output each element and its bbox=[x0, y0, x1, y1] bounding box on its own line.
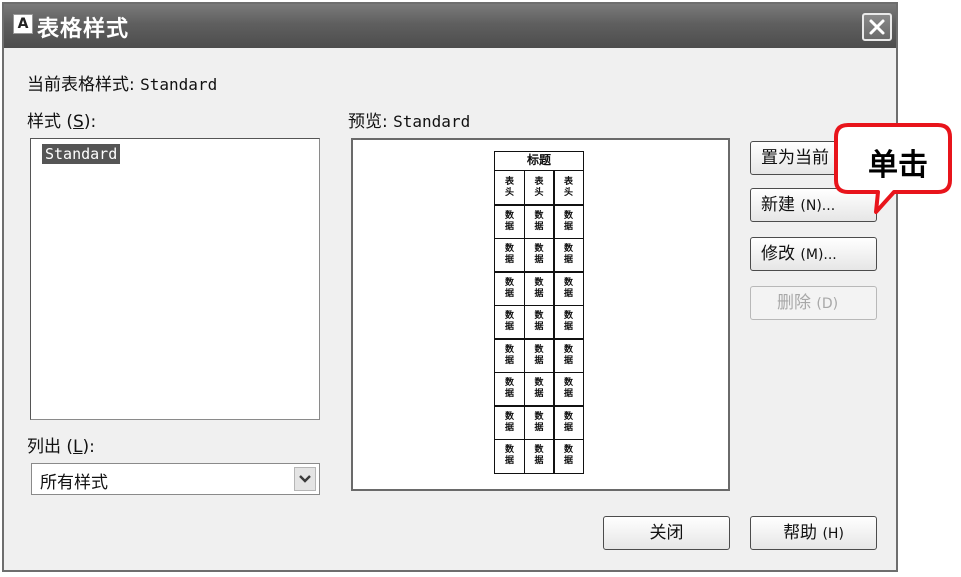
preview-data-cell: 数据 bbox=[523, 204, 555, 239]
preview-data-row: 数据数据数据 bbox=[494, 338, 584, 373]
preview-data-cell: 数据 bbox=[494, 271, 525, 306]
help-button-label: 帮助 bbox=[783, 523, 818, 543]
preview-header-cell: 表头 bbox=[523, 169, 555, 206]
close-window-button[interactable] bbox=[862, 13, 892, 41]
preview-data-row: 数据数据数据 bbox=[494, 237, 584, 273]
preview-data-cell: 数据 bbox=[523, 271, 555, 306]
preview-data-cell: 数据 bbox=[494, 405, 525, 440]
styles-label: 样式 (S): bbox=[27, 112, 97, 132]
preview-data-cell: 数据 bbox=[523, 237, 555, 273]
new-style-hotkey: (N)... bbox=[800, 198, 836, 214]
close-x-icon bbox=[869, 19, 885, 35]
preview-data-cell: 数据 bbox=[523, 371, 555, 407]
preview-data-row: 数据数据数据 bbox=[494, 371, 584, 407]
styles-label-colon: : bbox=[90, 112, 97, 132]
preview-data-row: 数据数据数据 bbox=[494, 204, 584, 239]
preview-data-row: 数据数据数据 bbox=[494, 438, 584, 474]
list-filter-value: 所有样式 bbox=[40, 473, 108, 493]
preview-label: 预览: bbox=[348, 112, 388, 132]
preview-data-cell: 数据 bbox=[523, 338, 555, 373]
list-filter-label-text: 列出 bbox=[27, 437, 61, 457]
dialog-title: 表格样式 bbox=[37, 17, 130, 42]
title-bar[interactable]: A 表格样式 bbox=[4, 4, 896, 48]
preview-table-title: 标题 bbox=[494, 151, 584, 171]
preview-data-cell: 数据 bbox=[553, 271, 584, 306]
list-filter-label: 列出 (L): bbox=[27, 437, 95, 457]
delete-style-button[interactable]: 删除 (D) bbox=[750, 286, 877, 320]
current-style-row: 当前表格样式: Standard bbox=[27, 70, 217, 95]
preview-data-cell: 数据 bbox=[523, 304, 555, 340]
preview-data-cell: 数据 bbox=[494, 204, 525, 239]
style-list-item-standard[interactable]: Standard bbox=[42, 144, 121, 164]
preview-header-row: 表头表头表头 bbox=[494, 169, 584, 206]
close-button[interactable]: 关闭 bbox=[603, 516, 730, 550]
preview-data-row: 数据数据数据 bbox=[494, 405, 584, 440]
preview-data-cell: 数据 bbox=[553, 237, 584, 273]
preview-header-cell: 表头 bbox=[494, 169, 525, 206]
preview-header-cell: 表头 bbox=[553, 169, 584, 206]
preview-data-cell: 数据 bbox=[523, 438, 555, 474]
help-button-hotkey: (H) bbox=[822, 526, 844, 542]
preview-data-cell: 数据 bbox=[494, 438, 525, 474]
modify-style-button[interactable]: 修改 (M)... bbox=[750, 237, 877, 271]
preview-data-cell: 数据 bbox=[553, 338, 584, 373]
preview-data-cell: 数据 bbox=[553, 405, 584, 440]
styles-listbox[interactable]: Standard bbox=[30, 138, 320, 420]
chevron-down-icon bbox=[299, 475, 311, 483]
list-filter-select[interactable]: 所有样式 bbox=[31, 463, 320, 495]
preview-table: 标题 表头表头表头数据数据数据数据数据数据数据数据数据数据数据数据数据数据数据数… bbox=[494, 151, 584, 474]
preview-data-cell: 数据 bbox=[494, 237, 525, 273]
preview-data-cell: 数据 bbox=[523, 405, 555, 440]
preview-data-row: 数据数据数据 bbox=[494, 304, 584, 340]
preview-data-cell: 数据 bbox=[494, 304, 525, 340]
close-button-label: 关闭 bbox=[649, 523, 684, 543]
new-style-label: 新建 bbox=[761, 195, 795, 215]
preview-data-cell: 数据 bbox=[494, 371, 525, 407]
modify-style-hotkey: (M)... bbox=[800, 247, 837, 263]
preview-data-cell: 数据 bbox=[553, 204, 584, 239]
preview-data-cell: 数据 bbox=[494, 338, 525, 373]
preview-data-cell: 数据 bbox=[553, 371, 584, 407]
delete-style-hotkey: (D) bbox=[816, 296, 839, 312]
styles-label-text: 样式 bbox=[27, 112, 61, 132]
table-style-dialog: A 表格样式 当前表格样式: Standard 样式 (S): Standard… bbox=[2, 2, 898, 572]
styles-label-hotkey: S bbox=[73, 112, 84, 132]
current-style-value: Standard bbox=[140, 75, 218, 94]
delete-style-label: 删除 bbox=[777, 293, 811, 313]
help-button[interactable]: 帮助 (H) bbox=[750, 516, 877, 550]
preview-data-row: 数据数据数据 bbox=[494, 271, 584, 306]
list-filter-dropdown-button[interactable] bbox=[294, 467, 316, 491]
preview-data-cell: 数据 bbox=[553, 304, 584, 340]
preview-data-cell: 数据 bbox=[553, 438, 584, 474]
autocad-app-icon: A bbox=[13, 14, 33, 34]
modify-style-label: 修改 bbox=[761, 244, 795, 264]
list-filter-label-colon: : bbox=[89, 437, 95, 457]
set-current-label: 置为当前 bbox=[761, 148, 829, 168]
current-style-label: 当前表格样式: bbox=[27, 75, 135, 95]
preview-panel: 标题 表头表头表头数据数据数据数据数据数据数据数据数据数据数据数据数据数据数据数… bbox=[351, 138, 730, 491]
preview-style-name: Standard bbox=[393, 112, 471, 131]
click-callout-text: 单击 bbox=[868, 148, 928, 183]
list-filter-label-hotkey: L bbox=[73, 437, 83, 457]
preview-row: 预览: Standard bbox=[348, 107, 470, 132]
